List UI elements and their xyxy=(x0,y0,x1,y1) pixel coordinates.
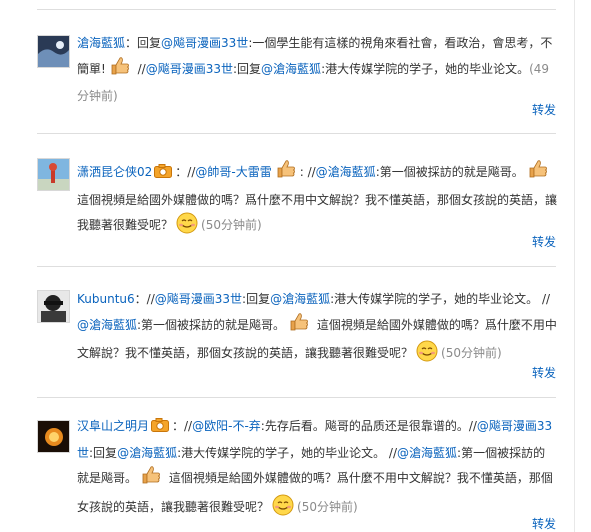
thumbs-up-icon xyxy=(110,56,130,85)
mention-link[interactable]: @欧阳-不-弃 xyxy=(192,419,261,433)
text: :回复 xyxy=(242,292,271,306)
mention-link[interactable]: @飚哥漫画33世 xyxy=(155,292,242,306)
mention-link[interactable]: @滄海藍狐 xyxy=(397,446,457,460)
avatar[interactable] xyxy=(37,420,70,453)
divider xyxy=(37,266,556,267)
text: ：// xyxy=(134,292,155,306)
text: :先存后看。飚哥的品质还是很靠谱的。// xyxy=(260,419,477,433)
text: 這個視頻是給國外媒體做的嗎？爲什麼不用中文解說？我不懂英語，那個女孩說的英語，讓… xyxy=(77,192,558,233)
camera-icon xyxy=(154,162,172,187)
divider xyxy=(37,397,556,398)
repost-link[interactable]: 转发 xyxy=(516,101,556,118)
timestamp: (50分钟前) xyxy=(201,218,262,232)
post-text: Kubuntu6：//@飚哥漫画33世:回复@滄海藍狐:港大传媒学院的学子，她的… xyxy=(77,287,557,371)
text: // xyxy=(133,61,146,76)
mention-link[interactable]: @飚哥漫画33世 xyxy=(146,62,233,76)
username-link[interactable]: 汉阜山之明月 xyxy=(77,419,149,433)
divider xyxy=(37,9,556,10)
text: : // xyxy=(299,165,316,179)
mention-link[interactable]: @滄海藍狐 xyxy=(261,62,321,76)
frame-border xyxy=(574,0,575,532)
post-text: 潇洒昆仑侠02 ：//@帥哥-大雷雷: //@滄海藍狐:第一個被採訪的就是飚哥。 … xyxy=(77,159,557,243)
smiley-icon xyxy=(416,340,438,371)
username-link[interactable]: Kubuntu6 xyxy=(77,292,135,306)
mention-link[interactable]: @飚哥漫画33世 xyxy=(161,36,248,50)
thumbs-up-icon xyxy=(276,159,296,188)
mention-link[interactable]: @滄海藍狐 xyxy=(270,292,330,306)
divider xyxy=(37,133,556,134)
text: :第一個被採訪的就是飚哥。 xyxy=(375,165,524,179)
text: ：// xyxy=(172,419,193,433)
post-text: 汉阜山之明月 ：//@欧阳-不-弃:先存后看。飚哥的品质还是很靠谱的。//@飚哥漫… xyxy=(77,414,557,524)
thumbs-up-icon xyxy=(528,159,548,188)
repost-link[interactable]: 转发 xyxy=(516,233,556,250)
camera-icon xyxy=(151,416,169,441)
repost-link[interactable]: 转发 xyxy=(516,515,556,532)
timestamp: (50分钟前) xyxy=(441,346,502,360)
avatar[interactable] xyxy=(37,290,70,323)
timestamp: (50分钟前) xyxy=(297,499,358,514)
mention-link[interactable]: @滄海藍狐 xyxy=(316,165,376,179)
text: ：// xyxy=(175,165,196,179)
post-text: 滄海藍狐：回复@飚哥漫画33世:一個學生能有這樣的視角來看社會，看政治，會思考，… xyxy=(77,31,557,109)
thumbs-up-icon xyxy=(289,312,309,341)
text: ：回复 xyxy=(125,36,162,50)
avatar[interactable] xyxy=(37,35,70,68)
thumbs-up-icon xyxy=(141,465,161,494)
mention-link[interactable]: @帥哥-大雷雷 xyxy=(195,165,271,179)
smiley-icon xyxy=(272,494,294,525)
username-link[interactable]: 潇洒昆仑侠02 xyxy=(77,165,152,179)
avatar[interactable] xyxy=(37,158,70,191)
text: :港大传媒学院的学子，她的毕业论文。 // xyxy=(330,292,551,306)
text: :港大传媒学院的学子，她的毕业论文。 xyxy=(321,61,530,76)
repost-link[interactable]: 转发 xyxy=(516,364,556,381)
text: :第一個被採訪的就是飚哥。 xyxy=(137,317,286,332)
text: :回复 xyxy=(233,61,262,76)
mention-link[interactable]: @滄海藍狐 xyxy=(77,318,137,332)
username-link[interactable]: 滄海藍狐 xyxy=(77,36,125,50)
text: :回复 xyxy=(89,445,118,460)
mention-link[interactable]: @滄海藍狐 xyxy=(117,446,177,460)
smiley-icon xyxy=(176,212,198,243)
text: :港大传媒学院的学子，她的毕业论文。 // xyxy=(177,445,398,460)
